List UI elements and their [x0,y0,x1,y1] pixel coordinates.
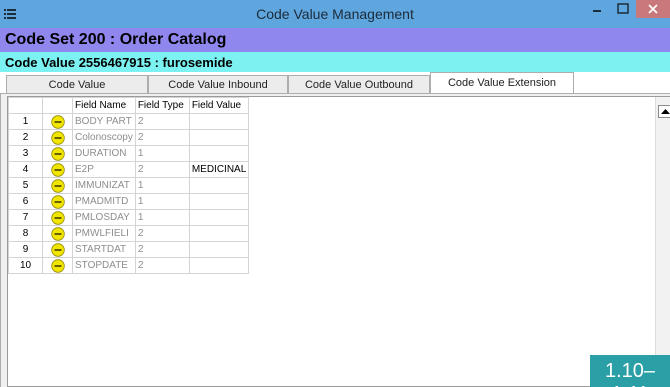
field-type-cell[interactable]: 1 [134,193,190,210]
row-number[interactable]: 2 [8,129,43,146]
field-value-cell[interactable]: MEDICINAL [188,161,250,178]
minus-circle-icon [50,162,65,177]
field-type-cell[interactable]: 2 [134,113,190,130]
table-row[interactable]: 6 PMADMITD 1 [8,193,250,210]
window-title: Code Value Management [256,6,414,22]
field-value-cell[interactable] [188,129,250,146]
row-status-cell[interactable] [42,225,73,242]
field-name-cell[interactable]: PMWLFIELI [72,225,136,242]
field-type-cell[interactable]: 2 [134,225,190,242]
minimize-icon [593,10,601,12]
column-header-rownum[interactable] [8,97,43,114]
tab-code-value[interactable]: Code Value [6,75,148,94]
row-status-cell[interactable] [42,129,73,146]
vertical-scrollbar[interactable] [655,97,670,387]
code-value-header: Code Value 2556467915 : furosemide [0,52,670,72]
extension-table: Field Name Field Type Field Value 1 BODY … [8,97,250,274]
field-name-cell[interactable]: E2P [72,161,136,178]
row-number[interactable]: 8 [8,225,43,242]
scroll-up-button[interactable] [658,105,670,118]
field-type-cell[interactable]: 2 [134,161,190,178]
field-value-cell[interactable] [188,241,250,258]
row-status-cell[interactable] [42,257,73,274]
tab-code-value-outbound[interactable]: Code Value Outbound [288,75,430,94]
table-row[interactable]: 7 PMLOSDAY 1 [8,209,250,226]
row-status-cell[interactable] [42,113,73,130]
minus-circle-icon [50,146,65,161]
field-name-cell[interactable]: STARTDAT [72,241,136,258]
minus-circle-icon [50,178,65,193]
minus-circle-icon [50,258,65,273]
field-value-cell[interactable] [188,225,250,242]
field-value-cell[interactable] [188,193,250,210]
table-row[interactable]: 4 E2P 2 MEDICINAL [8,161,250,178]
table-header-row: Field Name Field Type Field Value [8,97,250,114]
scroll-up-arrow-icon [661,109,670,114]
minus-circle-icon [50,114,65,129]
column-header-field-value[interactable]: Field Value [188,97,250,114]
table-row[interactable]: 3 DURATION 1 [8,145,250,162]
window-titlebar[interactable]: Code Value Management [0,0,670,28]
row-number[interactable]: 1 [8,113,43,130]
row-number[interactable]: 5 [8,177,43,194]
field-name-cell[interactable]: STOPDATE [72,257,136,274]
minimize-button[interactable] [584,0,610,18]
field-value-cell[interactable] [188,209,250,226]
row-number[interactable]: 7 [8,209,43,226]
field-name-cell[interactable]: BODY PART [72,113,136,130]
row-number[interactable]: 3 [8,145,43,162]
field-value-cell[interactable] [188,177,250,194]
field-name-cell[interactable]: PMLOSDAY [72,209,136,226]
tab-content: Field Name Field Type Field Value 1 BODY … [0,94,670,387]
minus-circle-icon [50,210,65,225]
row-status-cell[interactable] [42,209,73,226]
field-type-cell[interactable]: 2 [134,257,190,274]
field-name-cell[interactable]: IMMUNIZAT [72,177,136,194]
field-name-cell[interactable]: Colonoscopy [72,129,136,146]
row-number[interactable]: 10 [8,257,43,274]
row-status-cell[interactable] [42,193,73,210]
row-status-cell[interactable] [42,161,73,178]
extension-grid[interactable]: Field Name Field Type Field Value 1 BODY … [7,96,670,387]
field-value-cell[interactable] [188,257,250,274]
minus-circle-icon [50,130,65,145]
field-value-cell[interactable] [188,145,250,162]
field-name-cell[interactable]: DURATION [72,145,136,162]
table-row[interactable]: 2 Colonoscopy 2 [8,129,250,146]
column-header-status[interactable] [42,97,73,114]
column-header-field-type[interactable]: Field Type [134,97,190,114]
version-badge: 1.10–1.11 [590,355,670,387]
field-type-cell[interactable]: 1 [134,177,190,194]
close-icon [648,4,658,14]
field-type-cell[interactable]: 2 [134,129,190,146]
field-type-cell[interactable]: 2 [134,241,190,258]
row-status-cell[interactable] [42,145,73,162]
field-type-cell[interactable]: 1 [134,209,190,226]
tab-code-value-inbound[interactable]: Code Value Inbound [148,75,288,94]
tab-code-value-extension[interactable]: Code Value Extension [430,72,574,94]
column-header-field-name[interactable]: Field Name [72,97,136,114]
row-status-cell[interactable] [42,241,73,258]
field-name-cell[interactable]: PMADMITD [72,193,136,210]
table-row[interactable]: 9 STARTDAT 2 [8,241,250,258]
maximize-icon [617,3,629,14]
maximize-button[interactable] [610,0,636,18]
row-status-cell[interactable] [42,177,73,194]
code-set-header: Code Set 200 : Order Catalog [0,28,670,52]
field-type-cell[interactable]: 1 [134,145,190,162]
close-button[interactable] [636,0,670,18]
tab-strip: Code Value Code Value Inbound Code Value… [0,72,670,94]
row-number[interactable]: 4 [8,161,43,178]
row-number[interactable]: 9 [8,241,43,258]
table-row[interactable]: 1 BODY PART 2 [8,113,250,130]
field-value-cell[interactable] [188,113,250,130]
table-row[interactable]: 8 PMWLFIELI 2 [8,225,250,242]
table-row[interactable]: 5 IMMUNIZAT 1 [8,177,250,194]
minus-circle-icon [50,242,65,257]
minus-circle-icon [50,194,65,209]
minus-circle-icon [50,226,65,241]
table-row[interactable]: 10 STOPDATE 2 [8,257,250,274]
row-number[interactable]: 6 [8,193,43,210]
